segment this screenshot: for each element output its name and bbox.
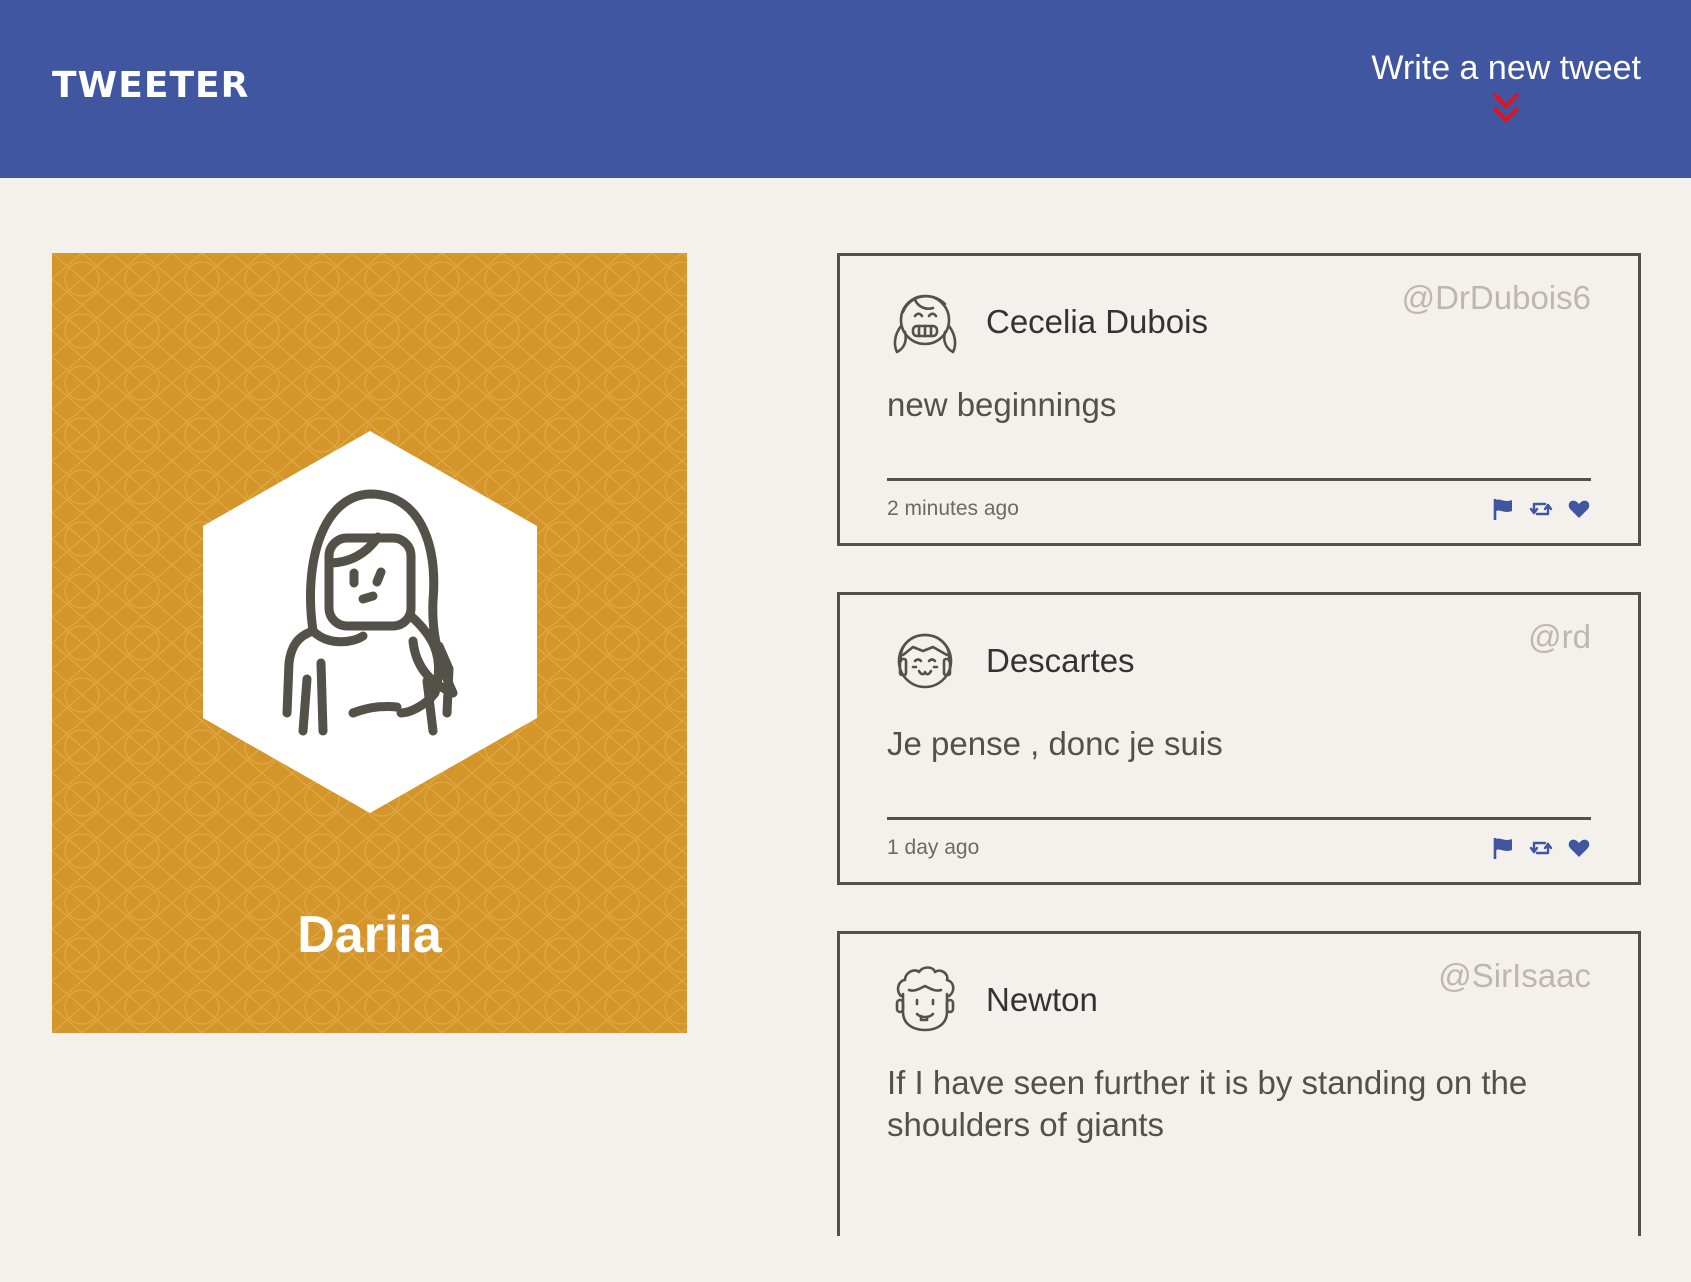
write-new-tweet-label[interactable]: Write a new tweet: [1371, 46, 1641, 90]
tweet-footer: 1 day ago: [887, 817, 1591, 882]
profile-card: Dariia: [52, 253, 687, 1033]
tweet-footer: 2 minutes ago: [887, 478, 1591, 543]
heart-icon[interactable]: [1567, 497, 1591, 521]
tweet-text: Je pense , donc je suis: [887, 725, 1223, 762]
heart-icon[interactable]: [1567, 836, 1591, 860]
tweet-header: Cecelia Dubois @DrDubois6: [887, 278, 1591, 362]
curly-hair-avatar-icon: [895, 966, 955, 1032]
top-navbar: TWEETER Write a new tweet: [0, 0, 1691, 178]
tweet-author-name: Descartes: [986, 642, 1135, 679]
app-logo[interactable]: TWEETER: [52, 64, 249, 108]
tweet-author-handle: @SirIsaac: [1438, 957, 1591, 994]
tweet-card: Descartes @rd Je pense , donc je suis 1 …: [837, 592, 1641, 885]
retweet-icon[interactable]: [1529, 497, 1553, 521]
profile-avatar-hexagon: [203, 431, 537, 813]
tweet-author-name: Cecelia Dubois: [986, 303, 1208, 340]
tweet-author-handle: @rd: [1528, 618, 1591, 655]
tweet-header: Descartes @rd: [887, 617, 1591, 701]
tweet-actions: [1491, 836, 1591, 860]
tweet-card: Newton @SirIsaac If I have seen further …: [837, 931, 1641, 1236]
tweet-card: Cecelia Dubois @DrDubois6 new beginnings…: [837, 253, 1641, 546]
smiling-girl-avatar-icon: [893, 294, 957, 354]
tweet-text: new beginnings: [887, 386, 1117, 423]
bob-haircut-avatar-icon: [897, 633, 953, 689]
tweet-author-name: Newton: [986, 981, 1098, 1018]
tweet-author-handle: @DrDubois6: [1401, 279, 1591, 316]
flag-icon[interactable]: [1491, 497, 1515, 521]
double-chevron-down-icon[interactable]: [1490, 90, 1522, 126]
tweet-timestamp: 2 minutes ago: [887, 497, 1019, 520]
tweet-timestamp: 1 day ago: [887, 836, 980, 859]
tweet-feed: Cecelia Dubois @DrDubois6 new beginnings…: [837, 253, 1641, 1282]
tweet-actions: [1491, 497, 1591, 521]
write-new-tweet-button[interactable]: Write a new tweet: [1371, 46, 1641, 126]
tweet-text: If I have seen further it is by standing…: [887, 1064, 1528, 1143]
retweet-icon[interactable]: [1529, 836, 1553, 860]
profile-name: Dariia: [297, 906, 442, 964]
flag-icon[interactable]: [1491, 836, 1515, 860]
tweet-header: Newton @SirIsaac: [887, 956, 1591, 1040]
